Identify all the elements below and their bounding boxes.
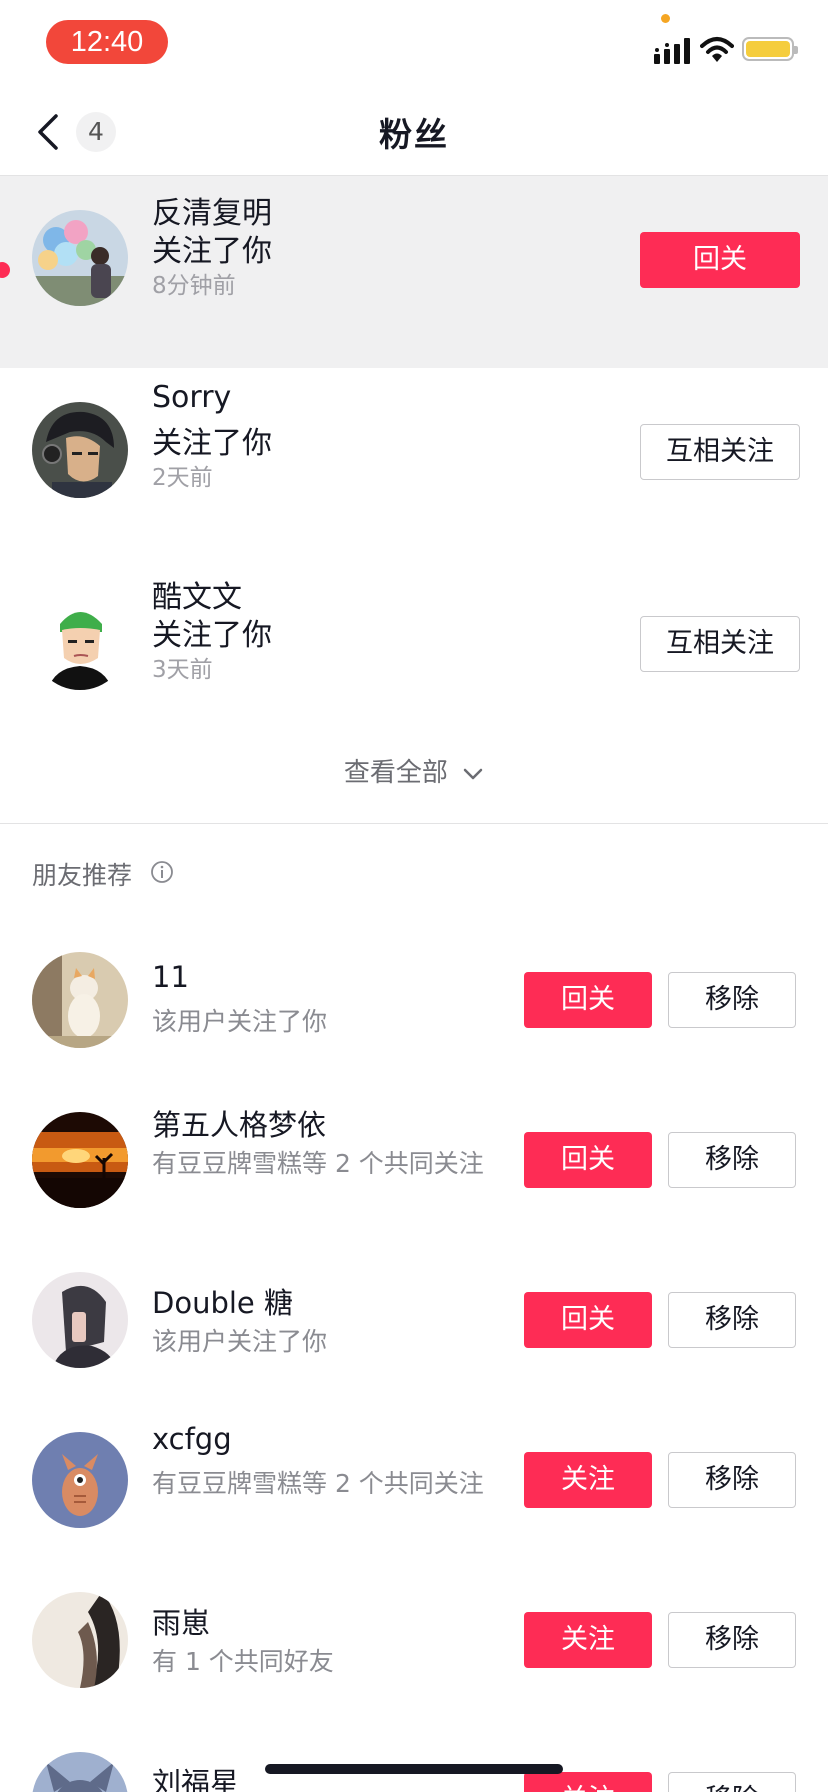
section-divider <box>0 823 828 824</box>
recommend-row[interactable]: 刘福星 关注 移除 <box>0 1720 828 1792</box>
privacy-indicator-dot <box>661 14 670 23</box>
avatar[interactable] <box>32 1112 128 1208</box>
info-icon[interactable] <box>150 860 174 884</box>
unread-dot <box>0 262 10 278</box>
follow-time: 8分钟前 <box>152 273 236 299</box>
recommend-subtitle: 该用户关注了你 <box>152 1327 328 1356</box>
follow-action-text: 关注了你 <box>152 426 272 461</box>
recommend-name[interactable]: 第五人格梦依 <box>152 1102 326 1144</box>
avatar[interactable] <box>32 1752 128 1792</box>
mutual-follow-button[interactable]: 互相关注 <box>640 616 800 672</box>
follower-row[interactable]: 反清复明 关注了你 8分钟前 回关 <box>0 176 828 368</box>
follow-back-button[interactable]: 回关 <box>524 1132 652 1188</box>
recommend-name[interactable]: Double 糖 <box>152 1280 293 1322</box>
recommend-subtitle: 有豆豆牌雪糕等 2 个共同关注 <box>152 1149 484 1178</box>
avatar[interactable] <box>32 1432 128 1528</box>
status-time: 12:40 <box>46 20 168 64</box>
chevron-down-icon <box>463 768 483 779</box>
avatar[interactable] <box>32 952 128 1048</box>
battery-icon <box>742 37 798 61</box>
recommend-subtitle: 有 1 个共同好友 <box>152 1647 334 1676</box>
remove-button[interactable]: 移除 <box>668 972 796 1028</box>
recommend-row[interactable]: xcfgg 有豆豆牌雪糕等 2 个共同关注 关注 移除 <box>0 1400 828 1560</box>
follow-back-button[interactable]: 回关 <box>640 232 800 288</box>
avatar[interactable] <box>32 402 128 498</box>
follower-row[interactable]: Sorry 关注了你 2天前 互相关注 <box>0 368 828 560</box>
status-bar: 12:40 <box>0 0 828 90</box>
avatar[interactable] <box>32 1272 128 1368</box>
recommend-subtitle: 该用户关注了你 <box>152 1007 328 1036</box>
avatar[interactable] <box>32 594 128 690</box>
remove-button[interactable]: 移除 <box>668 1292 796 1348</box>
follow-button[interactable]: 关注 <box>524 1452 652 1508</box>
recommend-row[interactable]: 11 该用户关注了你 回关 移除 <box>0 920 828 1080</box>
remove-button[interactable]: 移除 <box>668 1132 796 1188</box>
recommend-subtitle: 有豆豆牌雪糕等 2 个共同关注 <box>152 1469 484 1498</box>
view-all-label: 查看全部 <box>343 758 448 788</box>
follow-time: 3天前 <box>152 657 213 683</box>
recommend-row[interactable]: Double 糖 该用户关注了你 回关 移除 <box>0 1240 828 1400</box>
recommend-row[interactable]: 第五人格梦依 有豆豆牌雪糕等 2 个共同关注 回关 移除 <box>0 1080 828 1240</box>
recommend-name[interactable]: 雨崽 <box>152 1600 210 1642</box>
recommend-row[interactable]: 雨崽 有 1 个共同好友 关注 移除 <box>0 1560 828 1720</box>
page-title: 粉丝 <box>379 115 449 154</box>
follow-time: 2天前 <box>152 465 213 491</box>
follow-button[interactable]: 关注 <box>524 1612 652 1668</box>
nav-bar: 4 粉丝 <box>0 90 828 176</box>
avatar[interactable] <box>32 210 128 306</box>
follow-back-button[interactable]: 回关 <box>524 972 652 1028</box>
follower-row[interactable]: 酷文文 关注了你 3天前 互相关注 <box>0 560 828 752</box>
home-indicator <box>265 1764 563 1774</box>
recommend-name[interactable]: xcfgg <box>152 1422 232 1456</box>
remove-button[interactable]: 移除 <box>668 1772 796 1792</box>
follower-name[interactable]: Sorry <box>152 380 231 415</box>
recommend-name[interactable]: 11 <box>152 960 189 994</box>
mutual-follow-button[interactable]: 互相关注 <box>640 424 800 480</box>
remove-button[interactable]: 移除 <box>668 1452 796 1508</box>
recommend-name[interactable]: 刘福星 <box>152 1760 239 1792</box>
view-all-link[interactable]: 查看全部 <box>0 752 828 789</box>
follow-button[interactable]: 关注 <box>524 1772 652 1792</box>
follow-action-text: 关注了你 <box>152 618 272 653</box>
remove-button[interactable]: 移除 <box>668 1612 796 1668</box>
avatar[interactable] <box>32 1592 128 1688</box>
wifi-icon <box>700 37 734 62</box>
cellular-signal-icon <box>654 38 690 64</box>
section-title: 朋友推荐 <box>32 861 133 890</box>
follow-back-button[interactable]: 回关 <box>524 1292 652 1348</box>
follow-action-text: 关注了你 <box>152 234 272 269</box>
